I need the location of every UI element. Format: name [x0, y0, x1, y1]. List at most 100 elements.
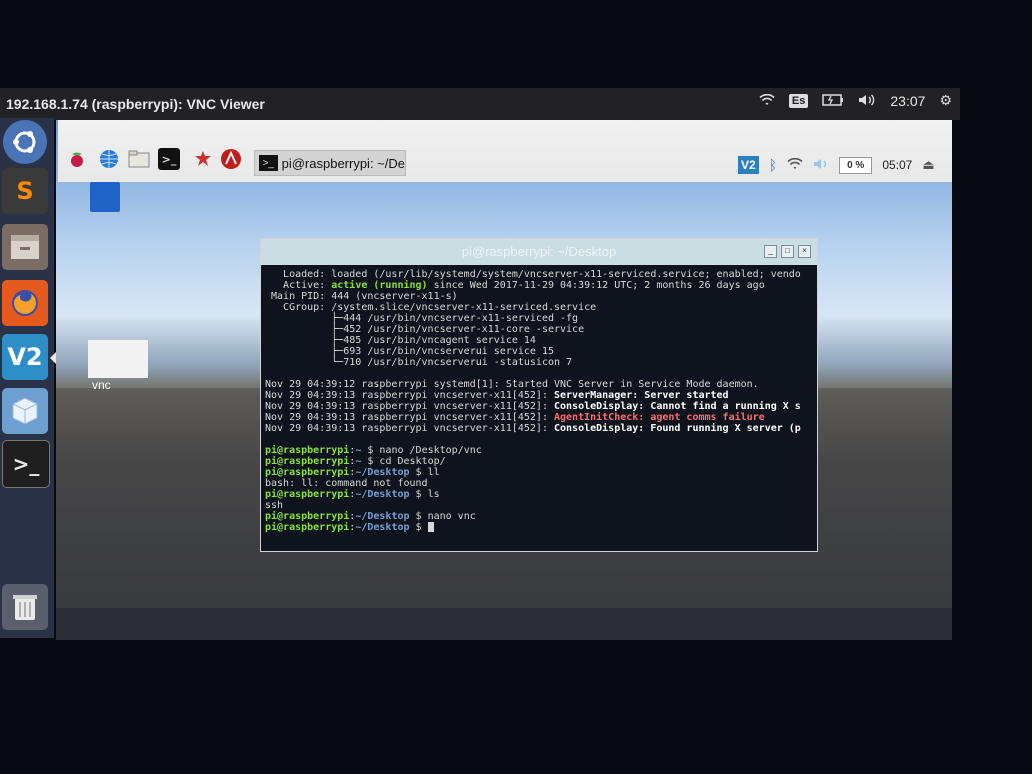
terminal-text: bash: ll: command not found	[265, 478, 428, 489]
terminal-line: ├─452 /usr/bin/vncserver-x11-core -servi…	[265, 324, 813, 335]
maximize-button[interactable]: □	[781, 245, 794, 258]
eject-icon[interactable]: ⏏	[922, 157, 934, 173]
minimize-button[interactable]: _	[764, 245, 777, 258]
wolfram-icon[interactable]	[192, 148, 214, 170]
mathematica-icon[interactable]	[220, 148, 242, 170]
terminal-text: Main PID: 444 (vncserver-x11-s)	[265, 291, 458, 302]
terminal-text: pi@raspberrypi	[265, 467, 350, 478]
pi-taskbar: >_ >_ pi@raspberrypi: ~/De V2 ᛒ 0 % 05:0…	[58, 120, 952, 182]
keyboard-layout-indicator[interactable]: Es	[788, 93, 809, 108]
terminal-titlebar[interactable]: pi@raspberrypi: ~/Desktop _ □ ×	[261, 239, 817, 265]
terminal-text: Nov 29 04:39:12 raspberrypi systemd[1]: …	[265, 379, 759, 390]
terminal-line: ├─444 /usr/bin/vncserver-x11-serviced -f…	[265, 313, 813, 324]
terminal-line: Main PID: 444 (vncserver-x11-s)	[265, 291, 813, 302]
taskbar-window-button[interactable]: >_ pi@raspberrypi: ~/De	[254, 150, 406, 176]
trash-icon[interactable]	[2, 584, 48, 630]
window-controls: _ □ ×	[764, 245, 811, 258]
raspberry-menu-icon[interactable]	[66, 148, 88, 170]
terminal-line: Nov 29 04:39:12 raspberrypi systemd[1]: …	[265, 379, 813, 390]
vnc-viewer-icon[interactable]: V2	[2, 334, 48, 380]
terminal-text: ConsoleDisplay: Cannot find a running X …	[553, 401, 801, 412]
terminal-icon[interactable]: >_	[2, 440, 50, 488]
terminal-line: Nov 29 04:39:13 raspberrypi vncserver-x1…	[265, 401, 813, 412]
terminal-text: Loaded: loaded (/usr/lib/systemd/system/…	[265, 269, 801, 280]
window-title: 192.168.1.74 (raspberrypi): VNC Viewer	[6, 96, 265, 112]
terminal-text: ~/Desktop	[355, 467, 410, 478]
terminal-line: ssh	[265, 500, 813, 511]
system-tray: Es 23:07 ⚙	[759, 92, 952, 109]
terminal-line: Nov 29 04:39:13 raspberrypi vncserver-x1…	[265, 390, 813, 401]
files-icon[interactable]	[2, 224, 48, 270]
close-button[interactable]: ×	[798, 245, 811, 258]
battery-icon[interactable]	[822, 93, 844, 109]
terminal-text: ├─452 /usr/bin/vncserver-x11-core -servi…	[265, 324, 585, 335]
terminal-text: ~/Desktop	[355, 489, 410, 500]
terminal-line: CGroup: /system.slice/vncserver-x11-serv…	[265, 302, 813, 313]
terminal-line: bash: ll: command not found	[265, 478, 813, 489]
terminal-text: Nov 29 04:39:13 raspberrypi vncserver-x1…	[265, 412, 554, 423]
sublime-text-icon[interactable]: S	[2, 168, 48, 214]
desktop-vnc-file-label[interactable]: vnc	[92, 378, 111, 392]
terminal-launch-icon[interactable]: >_	[158, 148, 180, 170]
terminal-line: ├─485 /usr/bin/vncagent service 14	[265, 335, 813, 346]
terminal-line: pi@raspberrypi:~/Desktop $ ll	[265, 467, 813, 478]
pi-clock[interactable]: 05:07	[882, 158, 912, 172]
bluetooth-icon[interactable]: ᛒ	[769, 157, 777, 173]
firefox-icon[interactable]	[2, 280, 48, 326]
terminal-text: └─710 /usr/bin/vncserverui -statusicon 7	[265, 357, 573, 368]
web-browser-icon[interactable]	[98, 148, 120, 170]
volume-icon[interactable]	[858, 93, 876, 109]
terminal-text: pi@raspberrypi	[265, 456, 350, 467]
terminal-line: Active: active (running) since Wed 2017-…	[265, 280, 813, 291]
screen-bottom-edge	[56, 608, 952, 640]
terminal-line: └─710 /usr/bin/vncserverui -statusicon 7	[265, 357, 813, 368]
terminal-text: active (running)	[331, 280, 428, 291]
box-icon[interactable]	[2, 388, 48, 434]
system-clock[interactable]: 23:07	[890, 93, 925, 109]
terminal-text: $ ls	[409, 489, 440, 500]
terminal-text: pi@raspberrypi	[265, 489, 350, 500]
terminal-text: ssh	[265, 500, 284, 511]
gear-icon[interactable]: ⚙	[939, 92, 952, 109]
terminal-window[interactable]: pi@raspberrypi: ~/Desktop _ □ × Loaded: …	[260, 238, 818, 552]
terminal-task-icon: >_	[259, 155, 278, 171]
terminal-text: pi@raspberrypi	[265, 445, 350, 456]
ubuntu-dash-icon[interactable]	[3, 120, 47, 164]
terminal-text: pi@raspberrypi	[265, 511, 350, 522]
terminal-text: AgentInitCheck: agent comms failure	[553, 412, 765, 423]
pi-volume-icon[interactable]	[813, 158, 829, 173]
terminal-text: $ ll	[409, 467, 440, 478]
terminal-text: Active:	[265, 280, 332, 291]
terminal-line: ├─693 /usr/bin/vncserverui service 15	[265, 346, 813, 357]
terminal-text: $ nano vnc	[409, 511, 476, 522]
terminal-text: pi@raspberrypi	[265, 522, 350, 533]
ubuntu-top-bar: 192.168.1.74 (raspberrypi): VNC Viewer E…	[0, 88, 960, 120]
terminal-text: ConsoleDisplay: Found running X server (…	[553, 423, 801, 434]
terminal-text: Nov 29 04:39:13 raspberrypi vncserver-x1…	[265, 423, 554, 434]
terminal-text: ~/Desktop	[355, 511, 410, 522]
pi-tray: V2 ᛒ 0 % 05:07 ⏏	[738, 156, 935, 174]
terminal-text: ~/Desktop	[355, 522, 410, 533]
desktop-trash-icon[interactable]	[90, 182, 120, 212]
wifi-icon[interactable]	[759, 93, 775, 109]
terminal-line: pi@raspberrypi:~ $ cd Desktop/	[265, 456, 813, 467]
file-manager-icon[interactable]	[128, 148, 150, 170]
terminal-line: pi@raspberrypi:~ $ nano /Desktop/vnc	[265, 445, 813, 456]
terminal-line: pi@raspberrypi:~/Desktop $ nano vnc	[265, 511, 813, 522]
desktop-vnc-file-icon[interactable]	[88, 340, 148, 378]
terminal-line: Nov 29 04:39:13 raspberrypi vncserver-x1…	[265, 423, 813, 434]
terminal-text: Nov 29 04:39:13 raspberrypi vncserver-x1…	[265, 390, 554, 401]
terminal-text: ├─693 /usr/bin/vncserverui service 15	[265, 346, 554, 357]
vnc-tray-icon[interactable]: V2	[738, 156, 759, 174]
terminal-title: pi@raspberrypi: ~/Desktop	[461, 244, 617, 259]
terminal-output[interactable]: Loaded: loaded (/usr/lib/systemd/system/…	[261, 265, 817, 547]
ubuntu-launcher: S V2 >_	[0, 118, 56, 638]
terminal-line: Nov 29 04:39:13 raspberrypi vncserver-x1…	[265, 412, 813, 423]
pi-wifi-icon[interactable]	[787, 157, 803, 173]
text-cursor	[427, 522, 434, 532]
terminal-text: ├─485 /usr/bin/vncagent service 14	[265, 335, 536, 346]
terminal-text: $ nano /Desktop/vnc	[361, 445, 482, 456]
terminal-line: Loaded: loaded (/usr/lib/systemd/system/…	[265, 269, 813, 280]
